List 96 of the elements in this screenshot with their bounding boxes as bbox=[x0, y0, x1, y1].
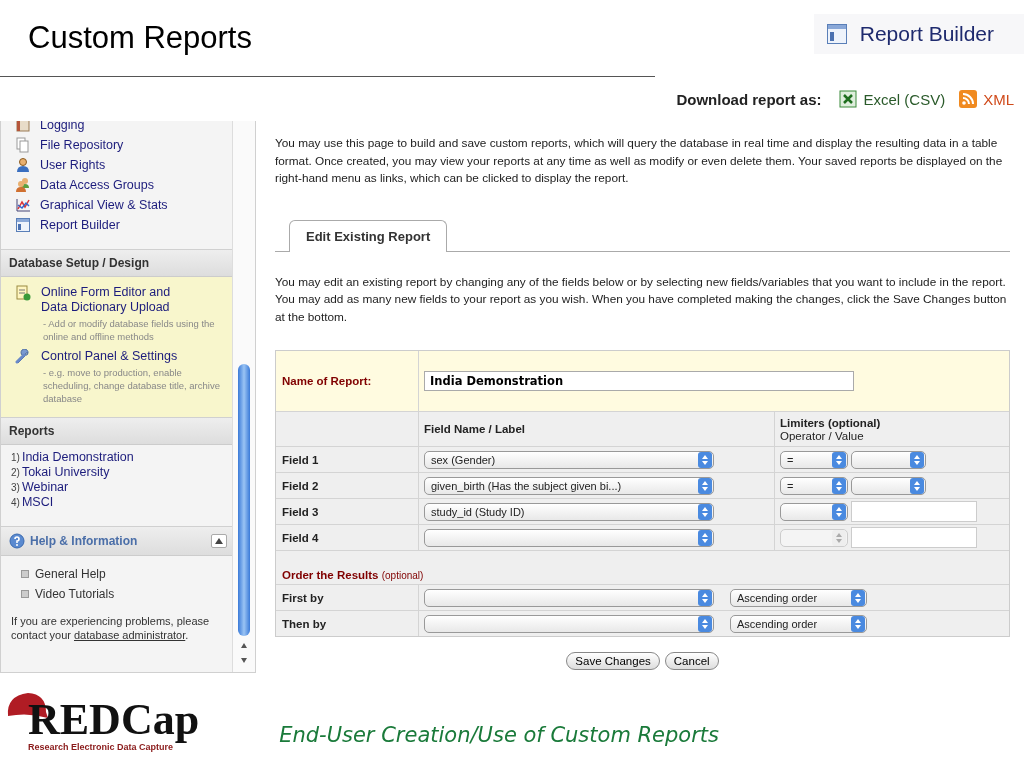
user-icon bbox=[15, 157, 31, 173]
scroll-thumb[interactable] bbox=[238, 364, 250, 636]
stepper-icon bbox=[832, 529, 846, 546]
scrollbar[interactable] bbox=[232, 121, 255, 672]
stepper-icon bbox=[832, 451, 846, 468]
select-field[interactable]: study_id (Study ID) bbox=[424, 502, 714, 521]
list-number: 1) bbox=[11, 451, 20, 465]
row-label: First by bbox=[282, 591, 324, 604]
value-field[interactable] bbox=[851, 501, 977, 522]
form-icon bbox=[15, 285, 31, 301]
stepper-icon bbox=[910, 451, 924, 468]
instructions-text: You may edit an existing report by changing any of the fields below or by selecting new fields/variables that you want to include in the report. You may add as many new fields to your report as you wish. When you have completed making the changes, click the Save Changes button at the bottom. bbox=[275, 273, 1008, 326]
line-chart-icon bbox=[15, 197, 31, 213]
bullet-icon bbox=[21, 590, 29, 598]
column-header: Limiters (optional) bbox=[780, 416, 881, 429]
row-label: Field 3 bbox=[282, 505, 319, 518]
report-icon bbox=[825, 23, 848, 45]
select-field[interactable]: given_birth (Has the subject given bi...) bbox=[424, 476, 714, 495]
row-label: Then by bbox=[282, 617, 327, 630]
download-link[interactable]: XML bbox=[983, 90, 1014, 108]
report-link[interactable]: MSCI bbox=[21, 495, 54, 510]
sidebar-link[interactable]: Data Access Groups bbox=[40, 178, 154, 192]
logo-wordmark: REDCap bbox=[28, 697, 200, 742]
stepper-icon bbox=[832, 503, 846, 520]
section-title: Order the Results (optional) bbox=[282, 569, 424, 581]
help-link[interactable]: Video Tutorials bbox=[35, 587, 115, 601]
caret-up-icon bbox=[215, 538, 223, 544]
link-description: - Add or modify database fields using the online and offline methods bbox=[42, 317, 216, 343]
row-label: Field 1 bbox=[282, 453, 319, 466]
help-message: If you are experiencing problems, please contact your database administrator. bbox=[11, 614, 211, 642]
section-title: Help & Information bbox=[30, 534, 139, 548]
badge-label: Report Builder bbox=[859, 22, 994, 46]
name-label: Name of Report: bbox=[276, 351, 419, 411]
stepper-icon bbox=[832, 477, 846, 494]
collapse-button[interactable] bbox=[211, 534, 227, 548]
rss-icon bbox=[959, 90, 978, 108]
save-button[interactable]: Save Changes bbox=[566, 652, 660, 670]
sidebar-link[interactable]: Report Builder bbox=[40, 218, 120, 232]
select-field[interactable] bbox=[851, 476, 926, 495]
column-header: Field Name / Label bbox=[424, 423, 525, 435]
stepper-icon bbox=[698, 477, 712, 494]
row-label: Field 4 bbox=[282, 531, 319, 544]
tab[interactable]: Edit Existing Report bbox=[289, 219, 448, 252]
select-field[interactable] bbox=[424, 588, 714, 607]
logo-tagline: Research Electronic Data Capture bbox=[28, 741, 174, 752]
select-field[interactable] bbox=[851, 450, 926, 469]
report-link[interactable]: Tokai University bbox=[21, 465, 110, 480]
column-subheader: Operator / Value bbox=[780, 429, 864, 442]
help-link[interactable]: General Help bbox=[35, 567, 106, 581]
section-title: Reports bbox=[1, 418, 232, 445]
select-field[interactable] bbox=[424, 614, 714, 633]
report-icon bbox=[15, 217, 31, 233]
select-field[interactable]: Ascending order bbox=[730, 614, 867, 633]
select-field[interactable] bbox=[780, 502, 848, 521]
list-number: 3) bbox=[11, 481, 20, 495]
sidebar-link[interactable]: File Repository bbox=[40, 138, 124, 152]
notebook-icon bbox=[15, 121, 31, 133]
wrench-icon bbox=[15, 349, 31, 365]
list-number: 4) bbox=[11, 496, 20, 510]
bullet-icon bbox=[21, 570, 29, 578]
report-name-field[interactable]: India Demonstration bbox=[424, 371, 854, 391]
sidebar-link[interactable]: User Rights bbox=[40, 158, 106, 172]
admin-link[interactable]: database administrator bbox=[74, 629, 186, 641]
list-number: 2) bbox=[11, 466, 20, 480]
help-icon bbox=[9, 533, 25, 549]
select-field[interactable]: Ascending order bbox=[730, 588, 867, 607]
sidebar-link[interactable]: Control Panel & Settings bbox=[41, 349, 191, 364]
section-title: Database Setup / Design bbox=[1, 250, 232, 277]
users-icon bbox=[15, 177, 31, 193]
value-field[interactable] bbox=[851, 527, 977, 548]
cancel-button[interactable]: Cancel bbox=[664, 652, 719, 670]
stepper-icon bbox=[698, 615, 712, 632]
sidebar-link[interactable]: Online Form Editor and Data Dictionary Upload bbox=[41, 285, 191, 315]
select-field[interactable]: sex (Gender) bbox=[424, 450, 714, 469]
stepper-icon bbox=[698, 529, 712, 546]
stepper-icon bbox=[698, 503, 712, 520]
select-field[interactable] bbox=[424, 528, 714, 547]
slide-title: Custom Reports bbox=[28, 20, 252, 56]
stepper-icon bbox=[851, 589, 865, 606]
stepper-icon bbox=[910, 477, 924, 494]
stepper-icon bbox=[698, 589, 712, 606]
stepper-icon bbox=[851, 615, 865, 632]
select-field[interactable]: = bbox=[780, 476, 848, 495]
download-link[interactable]: Excel (CSV) bbox=[863, 90, 946, 108]
link-description: - e.g. move to production, enable scheduling, change database title, archive database bbox=[42, 366, 221, 405]
spreadsheet-icon bbox=[839, 90, 858, 108]
sidebar-link[interactable]: Graphical View & Stats bbox=[40, 198, 168, 212]
report-link[interactable]: India Demonstration bbox=[21, 450, 134, 465]
slide-caption: End-User Creation/Use of Custom Reports bbox=[279, 722, 720, 747]
row-label: Field 2 bbox=[282, 479, 319, 492]
report-link[interactable]: Webinar bbox=[21, 480, 69, 495]
documents-icon bbox=[15, 137, 31, 153]
intro-text: You may use this page to build and save custom reports, which will query the database in real time and display the resulting data in a table format. Once created, you may view your reports at any time as well as modify or even delete them. Your saved reports be displayed on the right-hand menu as links, which can be clicked to display the report. bbox=[275, 135, 1004, 187]
download-label: Download report as: bbox=[676, 90, 822, 108]
stepper-icon bbox=[698, 451, 712, 468]
select-field[interactable]: = bbox=[780, 450, 848, 469]
